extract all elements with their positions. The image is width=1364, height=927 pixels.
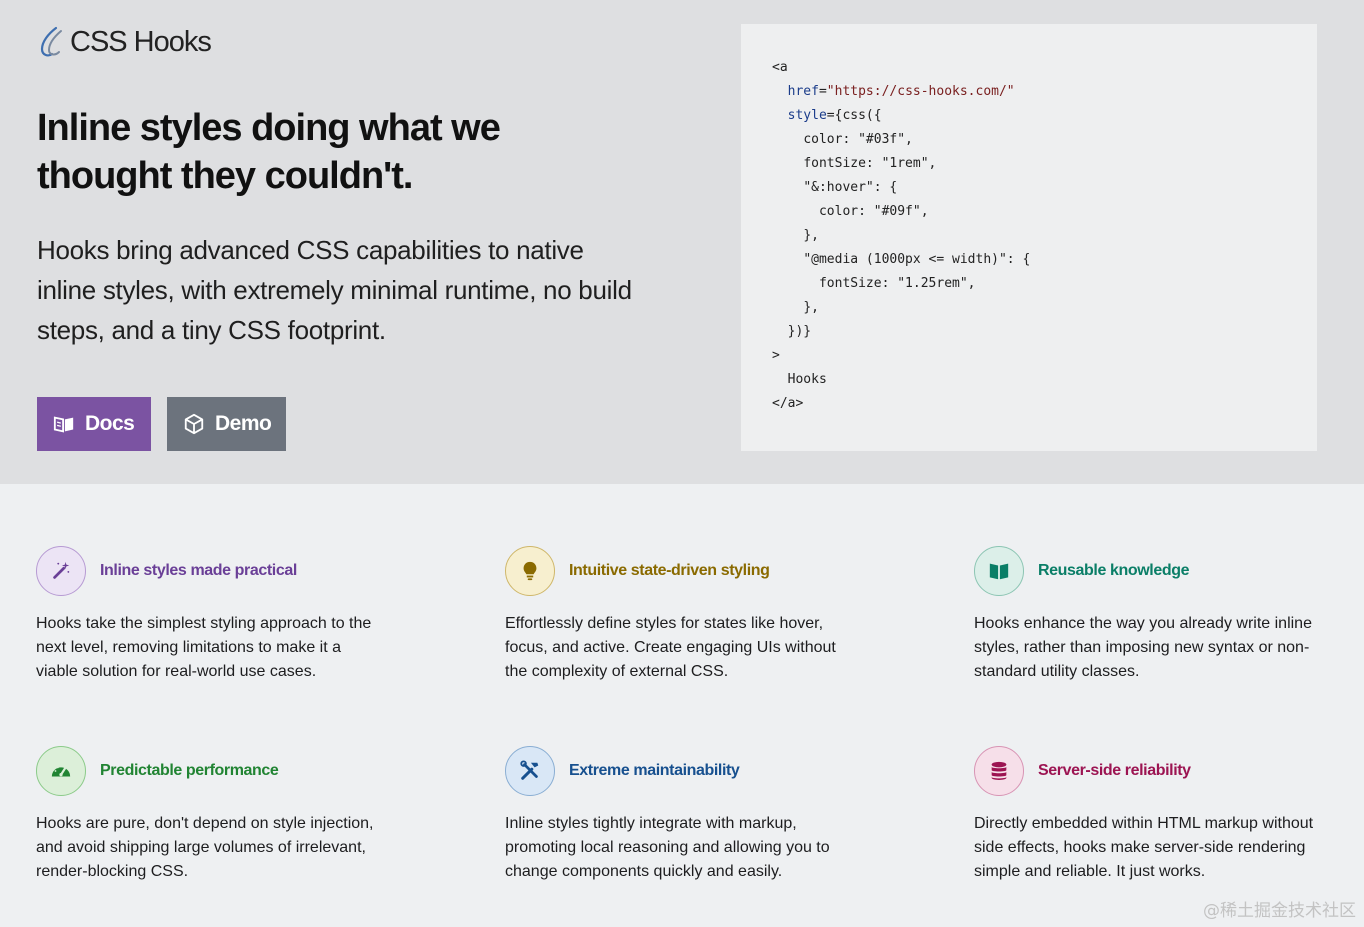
demo-button-label: Demo: [215, 412, 272, 435]
code-line: </a>: [772, 392, 1286, 416]
code-block: <a href="https://css-hooks.com/" style={…: [772, 56, 1286, 416]
magic-wand-icon: [53, 561, 70, 579]
code-line: href="https://css-hooks.com/": [772, 80, 1286, 104]
code-line: "@media (1000px <= width)": {: [772, 248, 1286, 272]
docs-button[interactable]: Docs: [37, 397, 151, 451]
code-line: })}: [772, 320, 1286, 344]
code-token: Hooks: [787, 372, 827, 387]
hero-section: CSS Hooks Inline styles doing what we th…: [0, 0, 1364, 484]
feature-description: Directly embedded within HTML markup wit…: [974, 815, 1314, 880]
code-token: "https://css-hooks.com/": [826, 84, 1015, 99]
feature-performance: Predictable performance Hooks are pure, …: [36, 746, 381, 884]
code-token: style: [787, 108, 827, 123]
feature-title: Extreme maintainability: [569, 762, 740, 779]
code-line: },: [772, 296, 1286, 320]
code-line: },: [772, 224, 1286, 248]
database-icon: [991, 761, 1007, 780]
gauge-icon: [51, 765, 71, 777]
feature-badge: [36, 746, 86, 796]
feature-title: Predictable performance: [100, 762, 279, 779]
feature-badge: [974, 546, 1024, 596]
code-line: <a: [772, 56, 1286, 80]
feature-title: Reusable knowledge: [1038, 562, 1190, 579]
code-line: style={css({: [772, 104, 1286, 128]
watermark: @稀土掘金技术社区: [1203, 901, 1356, 921]
code-token: fontSize: "1rem",: [803, 156, 937, 171]
code-token: ={css({: [826, 108, 882, 123]
code-line: Hooks: [772, 368, 1286, 392]
code-line: color: "#09f",: [772, 200, 1286, 224]
feature-server-side: Server-side reliability Directly embedde…: [974, 746, 1319, 884]
code-sample: <a href="https://css-hooks.com/" style={…: [741, 24, 1317, 451]
code-token: href: [787, 84, 819, 99]
code-line: color: "#03f",: [772, 128, 1286, 152]
feature-description: Hooks take the simplest styling approach…: [36, 615, 372, 680]
feature-maintainability: Extreme maintainability Inline styles ti…: [505, 746, 850, 884]
hook-logo-icon: [40, 26, 62, 57]
code-token: },: [803, 300, 819, 315]
docs-button-label: Docs: [85, 412, 135, 435]
code-token: <a: [772, 60, 788, 75]
code-token: color: "#09f",: [818, 204, 929, 219]
code-token: color: "#03f",: [803, 132, 913, 147]
brand-logo[interactable]: CSS Hooks: [36, 24, 212, 60]
feature-badge: [36, 546, 86, 596]
feature-reusable-knowledge: Reusable knowledge Hooks enhance the way…: [974, 546, 1319, 684]
code-line: "&:hover": {: [772, 176, 1286, 200]
tools-icon: [520, 760, 539, 780]
hero-subhead: Hooks bring advanced CSS capabilities to…: [37, 235, 632, 345]
demo-button[interactable]: Demo: [167, 397, 286, 451]
code-token: },: [803, 228, 819, 243]
feature-description: Inline styles tightly integrate with mar…: [505, 815, 830, 880]
code-token: fontSize: "1.25rem",: [818, 276, 976, 291]
lightbulb-icon: [523, 561, 537, 581]
cube-icon: [184, 413, 204, 435]
code-token: })}: [787, 324, 812, 339]
open-book-icon: [989, 563, 1009, 580]
feature-badge: [505, 546, 555, 596]
feature-title: Server-side reliability: [1038, 762, 1191, 779]
feature-description: Hooks are pure, don't depend on style in…: [36, 815, 374, 880]
hero-headline: Inline styles doing what we thought they…: [37, 107, 501, 197]
code-token: "&:hover": {: [803, 180, 898, 195]
code-line: fontSize: "1rem",: [772, 152, 1286, 176]
book-icon: [53, 416, 74, 433]
feature-title: Intuitive state-driven styling: [569, 562, 770, 579]
feature-description: Effortlessly define styles for states li…: [505, 615, 836, 680]
feature-title: Inline styles made practical: [100, 562, 297, 579]
feature-description: Hooks enhance the way you already write …: [974, 615, 1312, 680]
feature-badge: [505, 746, 555, 796]
feature-state-driven: Intuitive state-driven styling Effortles…: [505, 546, 850, 684]
brand-name: CSS Hooks: [70, 25, 212, 58]
code-line: fontSize: "1.25rem",: [772, 272, 1286, 296]
code-token: </a>: [772, 396, 804, 411]
code-token: >: [772, 348, 780, 363]
feature-badge: [974, 746, 1024, 796]
code-token: "@media (1000px <= width)": {: [803, 252, 1031, 267]
feature-inline-styles: Inline styles made practical Hooks take …: [36, 546, 381, 684]
code-line: >: [772, 344, 1286, 368]
code-token: =: [818, 84, 827, 99]
